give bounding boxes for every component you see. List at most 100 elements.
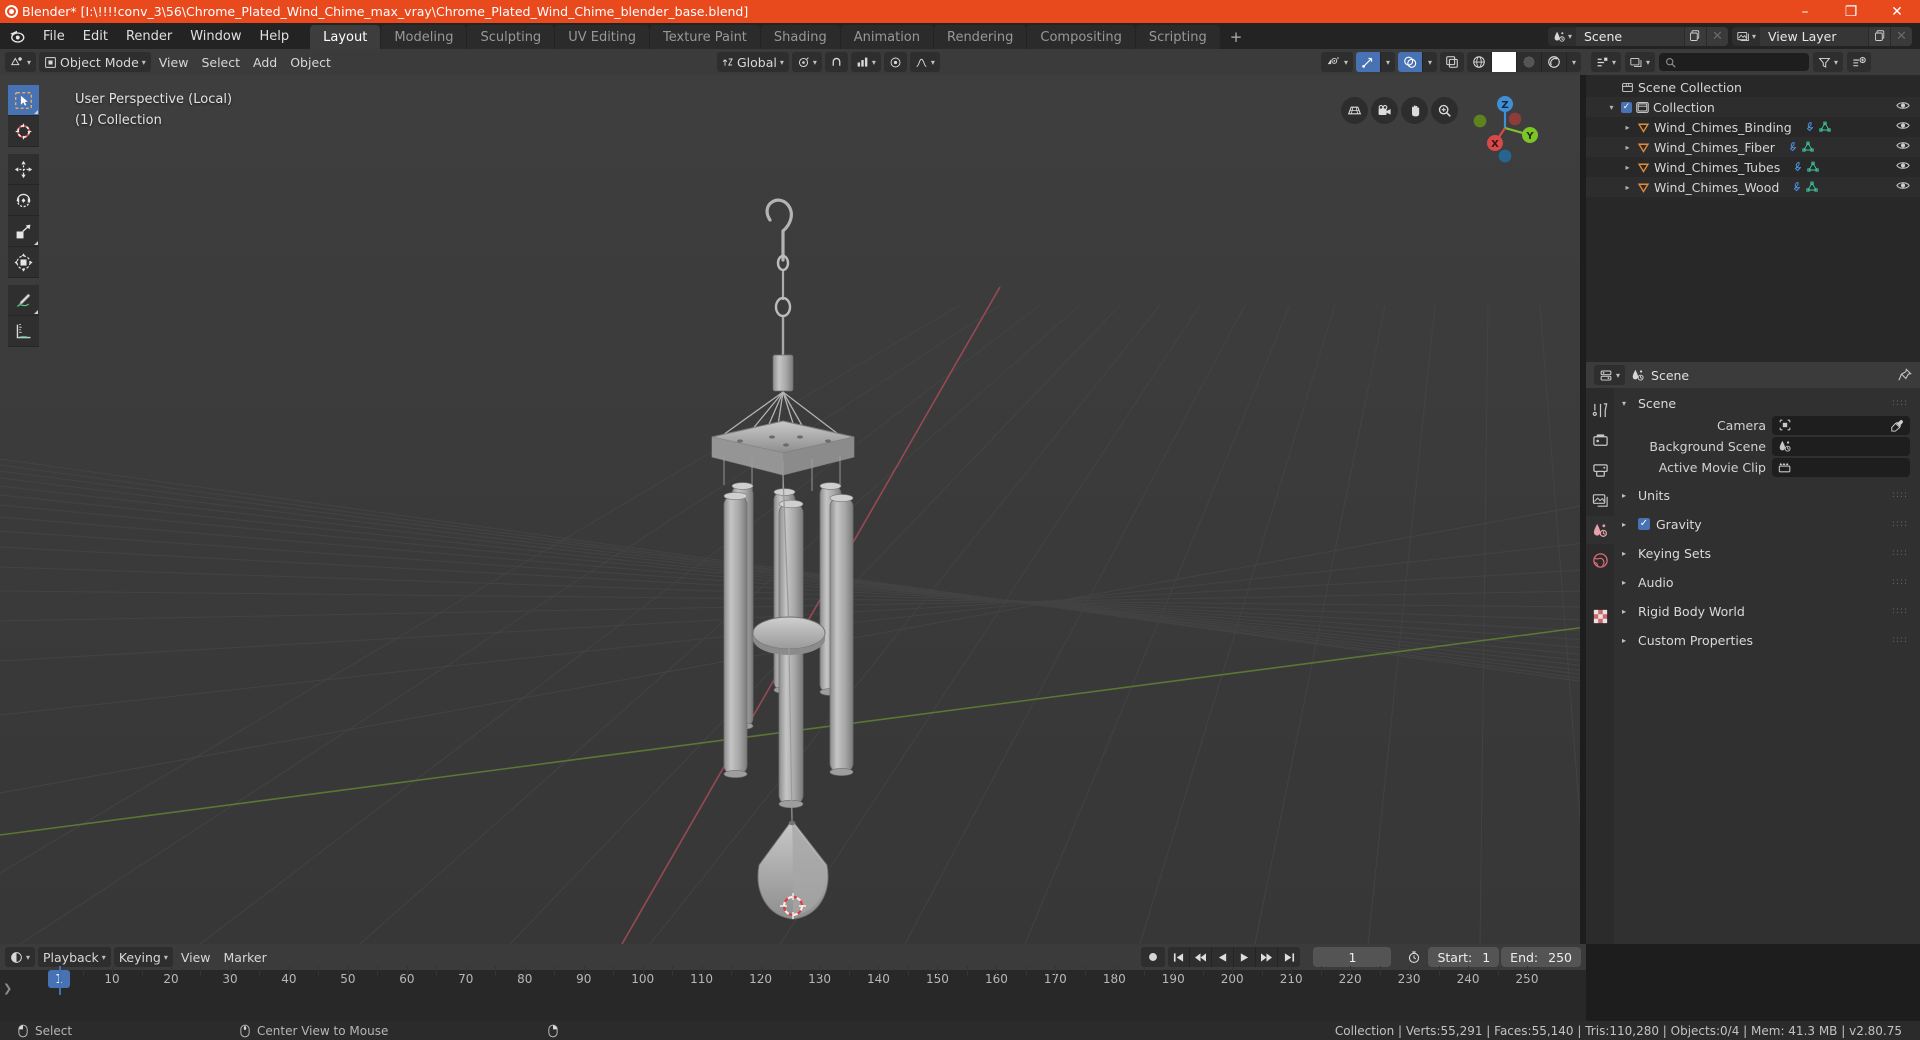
tab-scripting[interactable]: Scripting [1135,25,1220,49]
menu-help[interactable]: Help [251,26,299,47]
snap-magnet-toggle[interactable] [824,52,848,72]
timeline-editor-type-selector[interactable]: ▾ [5,947,36,967]
outliner-editor-type-selector[interactable]: ▾ [1591,52,1622,72]
overlay-options-dropdown[interactable]: ▾ [1422,52,1437,72]
editor-type-selector[interactable]: ▾ [5,52,37,72]
menu-window[interactable]: Window [181,26,250,47]
viewport-menu-add[interactable]: Add [248,52,282,72]
shading-solid-button[interactable] [1491,52,1517,72]
outliner-editor[interactable]: ▾ ▾ ▾ Scene Collection ▾ ✓ Collection ▸ … [1586,49,1920,362]
outliner-new-collection-button[interactable] [1847,52,1872,72]
expand-triangle-icon[interactable]: ▸ [1622,143,1633,152]
properties-editor-type-selector[interactable]: ▾ [1594,365,1626,385]
camera-view-icon[interactable] [1371,97,1398,124]
tab-compositing[interactable]: Compositing [1027,25,1135,49]
gizmo-options-dropdown[interactable]: ▾ [1380,52,1395,72]
shading-rendered-button[interactable] [1541,52,1567,72]
3d-viewport[interactable]: ▾ Object Mode ▾ View Select Add Object G… [0,49,1586,944]
outliner-row-wind-chimes-fiber[interactable]: ▸ Wind_Chimes_Fiber [1586,137,1920,157]
texture-tab[interactable] [1586,602,1614,630]
scene-tab[interactable] [1586,516,1614,544]
end-frame-field[interactable]: End: 250 [1501,947,1581,967]
gravity-panel-header[interactable]: ▸ ✓ Gravity :::: [1616,513,1918,535]
scene-selector[interactable]: ▾ Scene ✕ [1547,26,1728,46]
annotate-tool[interactable] [8,285,39,316]
tool-tab[interactable] [1586,396,1614,424]
viewport-canvas[interactable] [0,75,1586,944]
timeline-menu-view[interactable]: View [176,947,216,967]
shading-wireframe-button[interactable] [1466,52,1492,72]
current-frame-field[interactable]: 1 [1313,947,1392,967]
add-workspace-button[interactable]: + [1221,25,1252,49]
modifier-icon[interactable] [1803,121,1815,133]
toggle-xray-button[interactable] [1439,52,1464,72]
tab-texture-paint[interactable]: Texture Paint [650,25,760,49]
keying-sets-panel-header[interactable]: ▸ Keying Sets :::: [1616,542,1918,564]
object-mode-selector[interactable]: Object Mode ▾ [39,52,151,72]
pivot-point-selector[interactable]: ▾ [791,52,822,72]
modifier-icon[interactable] [1791,161,1803,173]
tab-animation[interactable]: Animation [840,25,933,49]
modifier-icon[interactable] [1790,181,1802,193]
timeline-editor[interactable]: ▾ Playback ▾ Keying ▾ View Marker 1 Star… [0,944,1586,1021]
outliner-row-wind-chimes-wood[interactable]: ▸ Wind_Chimes_Wood [1586,177,1920,197]
active-movie-clip-field[interactable] [1772,457,1910,477]
outliner-filter-button[interactable]: ▾ [1813,52,1844,72]
outliner-row-wind-chimes-binding[interactable]: ▸ Wind_Chimes_Binding [1586,117,1920,137]
scene-name-field[interactable]: Scene [1575,26,1684,46]
show-gizmo-toggle[interactable] [1355,52,1381,72]
timeline-menu-playback[interactable]: Playback ▾ [38,947,111,967]
object-visibility-selector[interactable]: ▾ [1320,52,1353,72]
mesh-data-icon[interactable] [1806,181,1818,193]
expand-triangle-icon[interactable]: ▾ [1606,103,1617,112]
visibility-eye-icon[interactable] [1896,140,1910,151]
rigid-body-world-panel-header[interactable]: ▸ Rigid Body World :::: [1616,600,1918,622]
background-scene-field[interactable] [1772,436,1910,456]
units-panel-header[interactable]: ▸ Units :::: [1616,484,1918,506]
window-close-button[interactable]: ✕ [1874,0,1920,23]
tweak-select-tool[interactable] [8,85,39,116]
unlink-scene-button[interactable]: ✕ [1705,26,1728,46]
world-tab[interactable] [1586,546,1614,574]
play-reverse-button[interactable] [1212,947,1235,967]
zoom-view-icon[interactable] [1431,97,1458,124]
jump-to-start-button[interactable] [1168,947,1191,967]
scale-tool[interactable] [8,216,39,247]
viewport-axis-gizmo[interactable]: Z Y X [1466,89,1544,167]
blender-logo-icon[interactable] [0,23,34,49]
modifier-icon[interactable] [1786,141,1798,153]
pin-id-icon[interactable] [1898,368,1912,382]
visibility-eye-icon[interactable] [1896,120,1910,131]
viewport-menu-object[interactable]: Object [285,52,336,72]
viewport-menu-select[interactable]: Select [196,52,245,72]
render-tab[interactable] [1586,426,1614,454]
visibility-eye-icon[interactable] [1896,180,1910,191]
tab-uv-editing[interactable]: UV Editing [555,25,650,49]
shading-options-dropdown[interactable]: ▾ [1566,52,1581,72]
timeline-menu-marker[interactable]: Marker [219,947,272,967]
tab-sculpting[interactable]: Sculpting [467,25,555,49]
mesh-data-icon[interactable] [1802,141,1814,153]
transform-tool[interactable] [8,247,39,278]
tab-layout[interactable]: Layout [310,25,381,49]
shading-material-preview-button[interactable] [1516,52,1542,72]
custom-properties-panel-header[interactable]: ▸ Custom Properties :::: [1616,629,1918,651]
snap-settings-selector[interactable]: ▾ [850,52,881,72]
visibility-eye-icon[interactable] [1896,160,1910,171]
remove-view-layer-button[interactable]: ✕ [1890,26,1912,46]
play-button[interactable] [1234,947,1257,967]
rotate-tool[interactable] [8,185,39,216]
timeline-menu-keying[interactable]: Keying ▾ [113,947,173,967]
window-maximize-button[interactable]: ❐ [1828,0,1874,23]
gravity-checkbox[interactable]: ✓ [1638,518,1650,530]
mesh-data-icon[interactable] [1807,161,1819,173]
tab-shading[interactable]: Shading [760,25,840,49]
transform-orientation-selector[interactable]: Global ▾ [716,52,789,72]
expand-triangle-icon[interactable]: ▸ [1622,123,1633,132]
view-layer-selector[interactable]: ▾ View Layer ✕ [1731,26,1912,46]
menu-file[interactable]: File [34,26,74,47]
auto-keying-toggle[interactable] [1141,947,1166,967]
outliner-display-mode-selector[interactable]: ▾ [1625,52,1656,72]
start-frame-field[interactable]: Start: 1 [1428,947,1500,967]
new-scene-button[interactable] [1683,26,1706,46]
